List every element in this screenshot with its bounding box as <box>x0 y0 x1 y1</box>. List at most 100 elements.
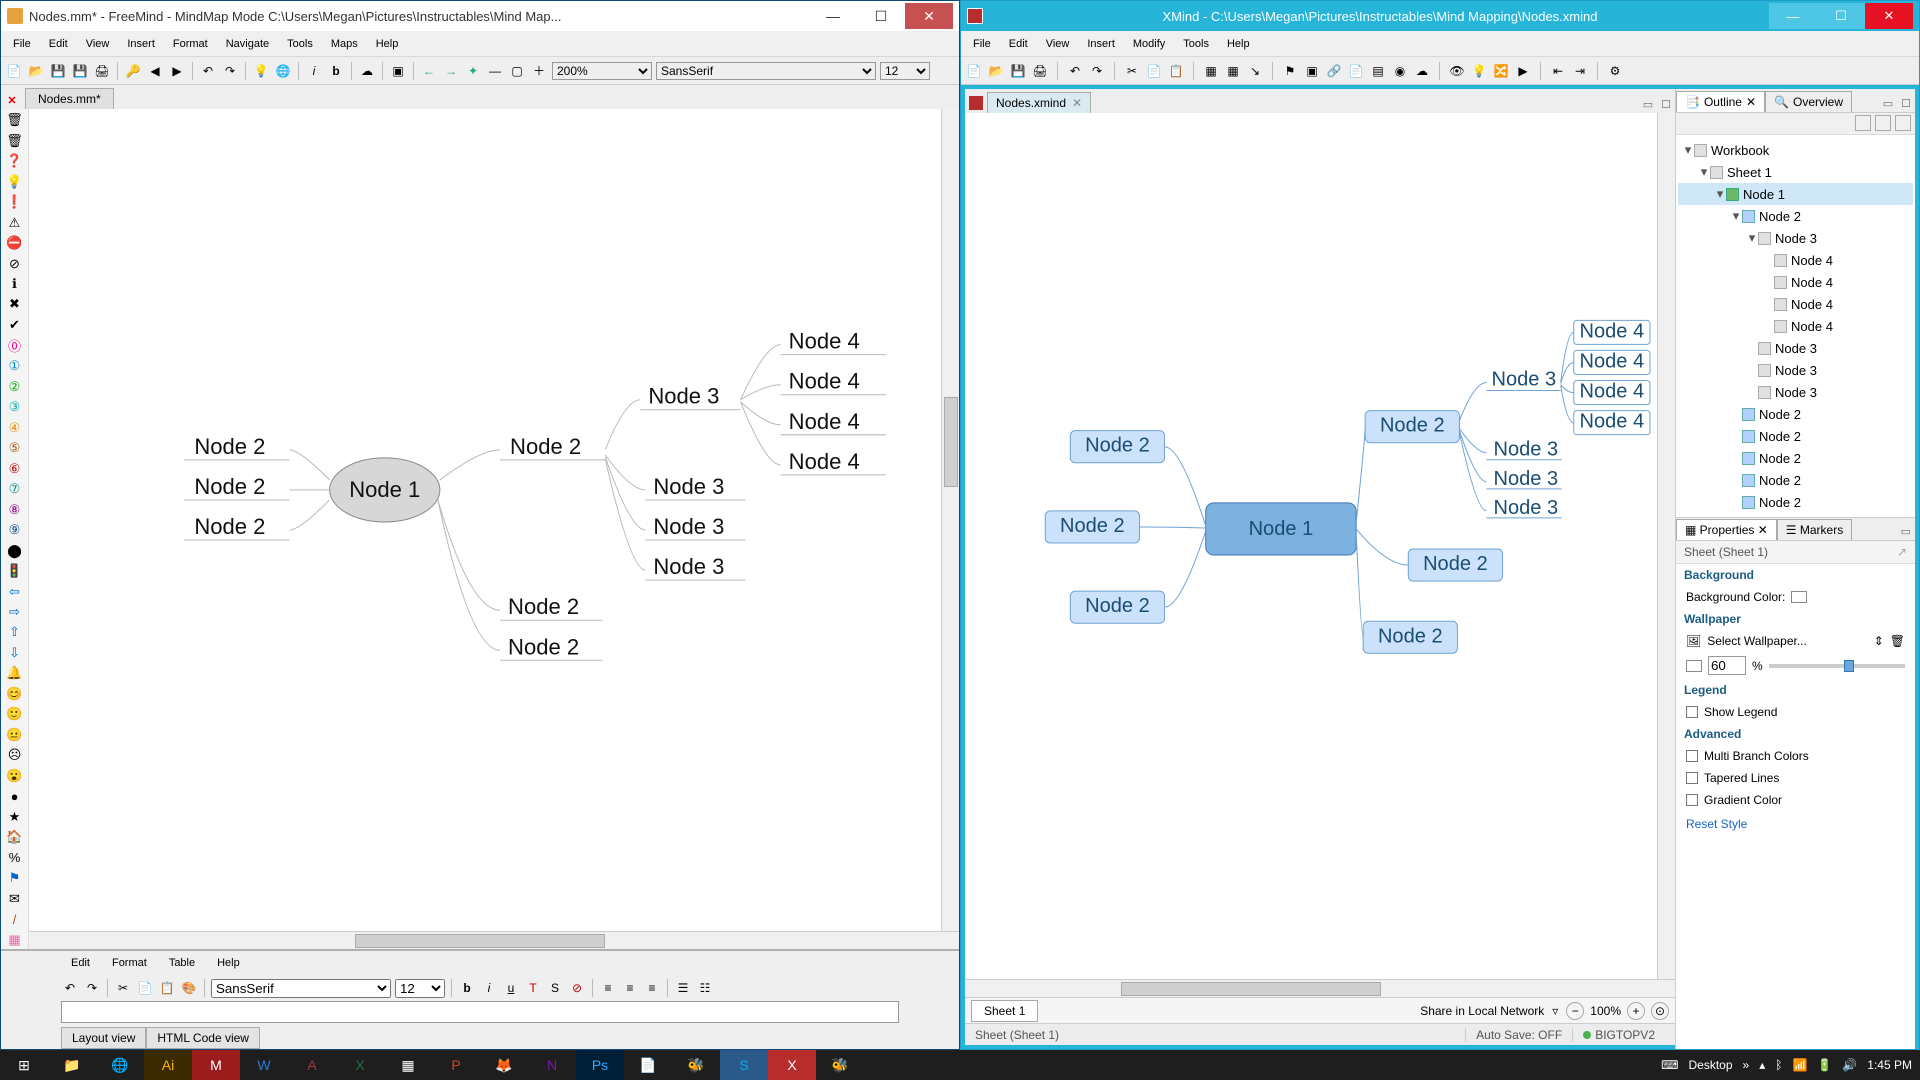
excel-icon[interactable]: X <box>336 1050 384 1080</box>
note-menu-help[interactable]: Help <box>207 955 250 971</box>
xm-focus-icon[interactable]: 👁 <box>1448 62 1466 80</box>
menu-view[interactable]: View <box>78 36 118 52</box>
xm-r0[interactable]: Node 2 <box>1380 415 1445 437</box>
flag1-icon[interactable]: ⚑ <box>5 869 25 887</box>
n5-icon[interactable]: ⑤ <box>5 439 25 457</box>
tray-wifi-icon[interactable]: 📶 <box>1792 1058 1807 1072</box>
xm-hscrollbar[interactable] <box>965 979 1675 997</box>
help-icon[interactable]: ❓ <box>5 152 25 170</box>
xmind-taskbar-icon[interactable]: X <box>768 1050 816 1080</box>
fontred-icon[interactable]: T <box>524 979 542 997</box>
photoshop-icon[interactable]: Ps <box>576 1050 624 1080</box>
xm-new-icon[interactable]: 📄 <box>965 62 983 80</box>
cb-showlegend[interactable] <box>1686 706 1698 718</box>
xm-n4-1[interactable]: Node 4 <box>1580 350 1645 372</box>
notepad-icon[interactable]: 📄 <box>624 1050 672 1080</box>
black-icon[interactable]: ⬤ <box>5 541 25 559</box>
tray-battery-icon[interactable]: 🔋 <box>1817 1058 1832 1072</box>
xm-subtopic-icon[interactable]: ▦ <box>1224 62 1242 80</box>
fwd-icon[interactable]: ⇨ <box>5 603 25 621</box>
italic-icon[interactable]: i <box>305 62 323 80</box>
zoom-select[interactable]: 200% <box>552 62 652 80</box>
list2-icon[interactable]: ☷ <box>696 979 714 997</box>
xm-menu-modify[interactable]: Modify <box>1125 36 1173 52</box>
fm-n3-2[interactable]: Node 3 <box>653 554 724 579</box>
saveas-icon[interactable]: 💾 <box>71 62 89 80</box>
align-l-icon[interactable]: ≡ <box>599 979 617 997</box>
xm-l1[interactable]: Node 2 <box>1060 515 1125 537</box>
fm-n4-1[interactable]: Node 4 <box>789 369 860 394</box>
outline-row[interactable]: Node 3 <box>1678 337 1913 359</box>
strike-icon[interactable]: S <box>546 979 564 997</box>
zoom-fit-button[interactable]: ⊙ <box>1651 1002 1669 1020</box>
hscrollbar[interactable] <box>29 931 959 949</box>
note-menu-format[interactable]: Format <box>102 955 157 971</box>
chrome-icon[interactable]: 🌐 <box>96 1050 144 1080</box>
outline-row[interactable]: ▾Node 3 <box>1678 227 1913 249</box>
outline-row[interactable]: Node 3 <box>1678 381 1913 403</box>
menu-help[interactable]: Help <box>368 36 407 52</box>
xm-root[interactable]: Node 1 <box>1249 518 1314 540</box>
maximize-button[interactable]: ☐ <box>857 3 905 29</box>
xm-note-icon[interactable]: 📄 <box>1347 62 1365 80</box>
cloud-icon[interactable]: ☁ <box>358 62 376 80</box>
bell-icon[interactable]: 🔔 <box>5 664 25 682</box>
size2-select[interactable]: 12 <box>395 979 445 998</box>
tab-nodes-mm[interactable]: Nodes.mm* <box>25 88 114 109</box>
outline-row[interactable]: Node 4 <box>1678 271 1913 293</box>
idea-icon[interactable]: 💡 <box>252 62 270 80</box>
xm-menu-help[interactable]: Help <box>1219 36 1258 52</box>
undo2-icon[interactable]: ↶ <box>61 979 79 997</box>
bulb-icon[interactable]: 💡 <box>5 172 25 190</box>
skype-icon[interactable]: S <box>720 1050 768 1080</box>
align-r-icon[interactable]: ≡ <box>643 979 661 997</box>
xmind-titlebar[interactable]: XMind - C:\Users\Megan\Pictures\Instruct… <box>961 1 1919 31</box>
globe-icon[interactable]: 🌐 <box>274 62 292 80</box>
center-icon[interactable]: ✦ <box>464 62 482 80</box>
menu-insert[interactable]: Insert <box>119 36 163 52</box>
xm-n3-2[interactable]: Node 3 <box>1494 497 1559 519</box>
plus-icon[interactable]: ＋ <box>530 62 548 80</box>
menu-file[interactable]: File <box>5 36 39 52</box>
home-icon[interactable]: 🏠 <box>5 828 25 846</box>
n7-icon[interactable]: ⑦ <box>5 480 25 498</box>
freemind-taskbar-icon[interactable]: 🐝 <box>816 1050 864 1080</box>
fm-n3-1[interactable]: Node 3 <box>653 514 724 539</box>
xm-marker-icon[interactable]: ◉ <box>1391 62 1409 80</box>
firefox-icon[interactable]: 🦊 <box>480 1050 528 1080</box>
fm-left-2[interactable]: Node 2 <box>194 514 265 539</box>
windows-taskbar[interactable]: ⊞ 📁 🌐 Ai M W A X ▦ P 🦊 N Ps 📄 🐝 S X 🐝 ⌨ … <box>0 1050 1920 1080</box>
outline-row[interactable]: Node 2 <box>1678 447 1913 469</box>
tab-html-view[interactable]: HTML Code view <box>146 1027 260 1049</box>
pct-icon[interactable]: % <box>5 848 25 866</box>
trash-icon[interactable]: 🗑 <box>5 111 25 129</box>
vscrollbar[interactable] <box>941 109 959 931</box>
tray-desktop[interactable]: Desktop <box>1688 1058 1732 1072</box>
paint-icon[interactable]: 🎨 <box>180 979 198 997</box>
n1-icon[interactable]: ① <box>5 357 25 375</box>
list1-icon[interactable]: ☰ <box>674 979 692 997</box>
paste2-icon[interactable]: 📋 <box>158 979 176 997</box>
flag2-icon[interactable]: ✉ <box>5 889 25 907</box>
cut-icon[interactable]: 🔑 <box>124 62 142 80</box>
xm-redo-icon[interactable]: ↷ <box>1088 62 1106 80</box>
xm-r2[interactable]: Node 2 <box>1378 625 1443 647</box>
outline-tool-1[interactable] <box>1855 115 1871 131</box>
tray-chevron-icon[interactable]: » <box>1743 1058 1750 1072</box>
star-icon[interactable]: ★ <box>5 807 25 825</box>
outline-row[interactable]: ▾Node 2 <box>1678 205 1913 227</box>
outline-row[interactable]: Node 2 <box>1678 469 1913 491</box>
xm-min-button[interactable]: — <box>1769 3 1817 29</box>
side-max-icon[interactable]: ☐ <box>1897 95 1915 112</box>
cut2-icon[interactable]: ✂ <box>114 979 132 997</box>
align-c-icon[interactable]: ≡ <box>621 979 639 997</box>
back-icon[interactable]: ⇦ <box>5 582 25 600</box>
italic2-icon[interactable]: i <box>480 979 498 997</box>
redo2-icon[interactable]: ↷ <box>83 979 101 997</box>
wp-slider[interactable] <box>1769 664 1905 668</box>
minimize-button[interactable]: — <box>809 3 857 29</box>
up-arrow-icon[interactable]: ⇧ <box>5 623 25 641</box>
outline-row[interactable]: ▾Node 1 <box>1678 183 1913 205</box>
next-icon[interactable]: ▶ <box>168 62 186 80</box>
xm-paste-icon[interactable]: 📋 <box>1167 62 1185 80</box>
